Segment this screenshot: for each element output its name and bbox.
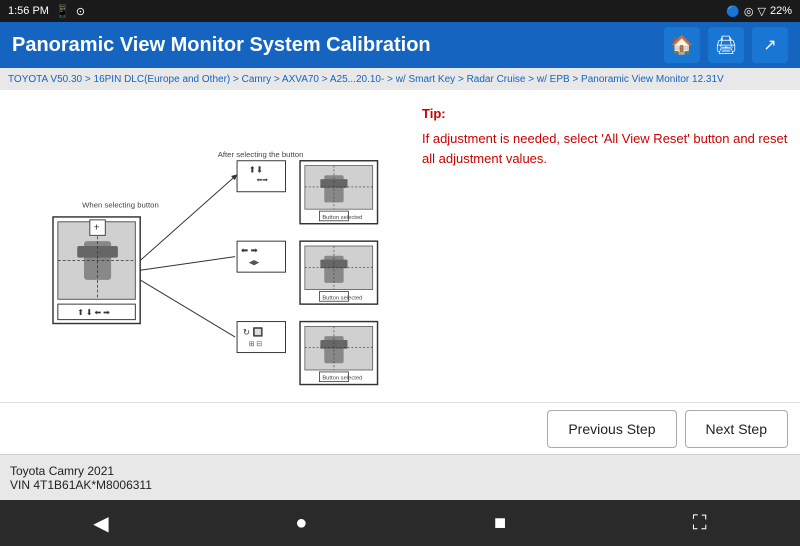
fullscreen-button[interactable]: ⛶ xyxy=(669,504,731,543)
sim-icon: 📱 xyxy=(55,4,70,18)
breadcrumb: TOYOTA V50.30 > 16PIN DLC(Europe and Oth… xyxy=(0,68,800,90)
extra-icon: ⊙ xyxy=(76,5,85,18)
next-step-button[interactable]: Next Step xyxy=(685,410,788,448)
header-icons: 🏠 🖨 ↗ xyxy=(664,27,788,63)
recents-button[interactable]: ■ xyxy=(470,504,530,543)
svg-text:⬆⬇: ⬆⬇ xyxy=(249,164,264,174)
svg-text:After selecting the button: After selecting the button xyxy=(218,150,304,159)
battery-display: 22% xyxy=(770,5,792,17)
export-button[interactable]: ↗ xyxy=(752,27,788,63)
print-button[interactable]: 🖨 xyxy=(708,27,744,63)
nav-bar: ◀ ● ■ ⛶ xyxy=(0,500,800,546)
bluetooth-icon: 🔵 xyxy=(726,5,740,18)
signal-icon: ▽ xyxy=(758,5,766,18)
svg-text:◀▶: ◀▶ xyxy=(249,259,260,266)
back-button[interactable]: ◀ xyxy=(69,503,132,544)
status-left: 1:56 PM 📱 ⊙ xyxy=(8,4,85,18)
calibration-diagram: When selecting button + ⬆ ⬇ ⬅ ➡ After se… xyxy=(18,91,398,401)
tip-area: Tip: If adjustment is needed, select 'Al… xyxy=(418,98,792,394)
main-content: When selecting button + ⬆ ⬇ ⬅ ➡ After se… xyxy=(0,90,800,402)
previous-step-button[interactable]: Previous Step xyxy=(547,410,676,448)
svg-text:⬆ ⬇ ⬅ ➡: ⬆ ⬇ ⬅ ➡ xyxy=(77,308,110,317)
tip-label: Tip: xyxy=(422,106,788,121)
svg-text:Button selected: Button selected xyxy=(322,376,362,382)
button-bar: Previous Step Next Step xyxy=(0,402,800,454)
breadcrumb-text: TOYOTA V50.30 > 16PIN DLC(Europe and Oth… xyxy=(8,74,724,85)
info-bar: Toyota Camry 2021 VIN 4T1B61AK*M8006311 xyxy=(0,454,800,500)
home-button[interactable]: 🏠 xyxy=(664,27,700,63)
page-title: Panoramic View Monitor System Calibratio… xyxy=(12,34,431,57)
svg-text:Button selected: Button selected xyxy=(322,295,362,301)
svg-text:↻ 🔲: ↻ 🔲 xyxy=(243,327,264,337)
svg-text:⬅➡: ⬅➡ xyxy=(256,177,268,184)
diagram-area: When selecting button + ⬆ ⬇ ⬅ ➡ After se… xyxy=(8,98,408,394)
tip-text: If adjustment is needed, select 'All Vie… xyxy=(422,129,788,168)
svg-text:+: + xyxy=(94,223,100,234)
wifi-icon: ◎ xyxy=(744,5,754,18)
svg-text:Button selected: Button selected xyxy=(322,215,362,221)
status-right: 🔵 ◎ ▽ 22% xyxy=(726,5,792,18)
svg-text:When selecting button: When selecting button xyxy=(82,200,159,209)
vehicle-vin: VIN 4T1B61AK*M8006311 xyxy=(10,478,790,492)
time-display: 1:56 PM xyxy=(8,5,49,17)
home-nav-button[interactable]: ● xyxy=(271,504,331,543)
vehicle-model: Toyota Camry 2021 xyxy=(10,464,790,478)
svg-text:⊞ ⊟: ⊞ ⊟ xyxy=(249,341,263,348)
header: Panoramic View Monitor System Calibratio… xyxy=(0,22,800,68)
status-bar: 1:56 PM 📱 ⊙ 🔵 ◎ ▽ 22% xyxy=(0,0,800,22)
svg-text:⬅ ➡: ⬅ ➡ xyxy=(241,245,259,255)
